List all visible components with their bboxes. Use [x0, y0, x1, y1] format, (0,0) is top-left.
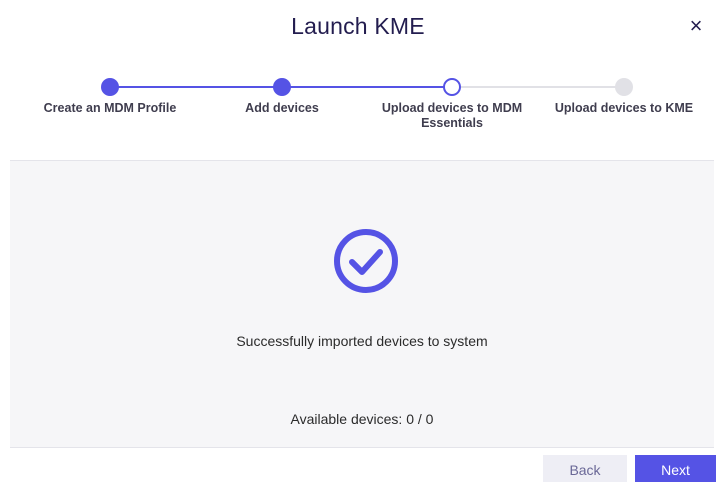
step-3-indicator: [443, 78, 461, 96]
step-2-label: Add devices: [245, 101, 319, 115]
stepper-connector: [110, 86, 282, 88]
stepper-connector: [452, 86, 624, 88]
check-circle-icon: [332, 227, 400, 295]
step-2-indicator: [273, 78, 291, 96]
stepper-connector: [282, 86, 452, 88]
back-button[interactable]: Back: [543, 455, 627, 482]
step-3-label: Upload devices to MDM Essentials: [381, 101, 523, 130]
next-button[interactable]: Next: [635, 455, 716, 482]
step-1-label: Create an MDM Profile: [43, 101, 177, 115]
stepper: Create an MDM Profile Add devices Upload…: [0, 0, 716, 140]
step-4-label: Upload devices to KME: [554, 101, 694, 115]
step-4-indicator: [615, 78, 633, 96]
content-panel: Successfully imported devices to system …: [10, 160, 714, 448]
step-1-indicator: [101, 78, 119, 96]
available-devices-count: Available devices: 0 / 0: [290, 411, 434, 427]
success-message: Successfully imported devices to system: [236, 333, 488, 349]
launch-kme-dialog: Launch KME × Create an MDM Profile Add d…: [0, 0, 716, 482]
